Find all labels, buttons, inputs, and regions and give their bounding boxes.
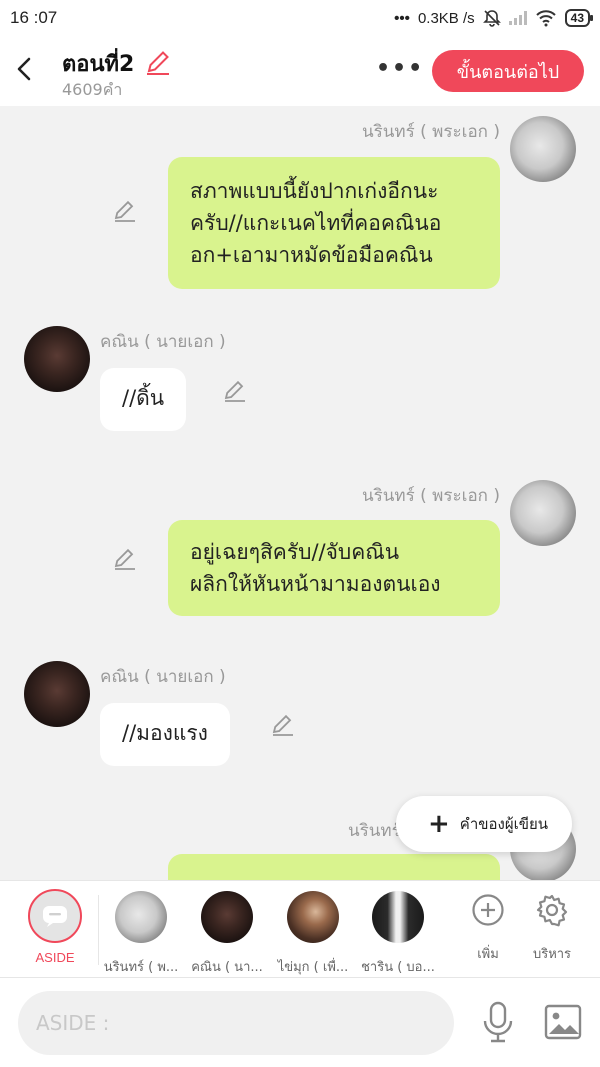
avatar-narin[interactable]	[510, 480, 576, 546]
add-circle-icon	[472, 894, 504, 926]
author-note-button[interactable]: + คำของผู้เขียน	[396, 796, 572, 852]
character-label: คณิน ( นา...	[191, 960, 263, 975]
speech-bubble-icon	[43, 906, 67, 927]
avatar-narin[interactable]	[510, 116, 576, 182]
episode-title: ตอนที่2	[62, 52, 135, 77]
speaker-name: นรินทร์ ( พระเอก )	[362, 486, 500, 506]
speaker-name: คณิน ( นายเอก )	[100, 332, 226, 352]
character-bar: ASIDE นรินทร์ ( พ... คณิน ( นา... ไข่มุก…	[0, 880, 600, 978]
speaker-name: คณิน ( นายเอก )	[100, 667, 226, 687]
net-speed: 0.3KB /s	[417, 9, 475, 27]
character-avatar	[201, 891, 253, 943]
image-icon[interactable]	[544, 1004, 582, 1040]
status-time: 16 :07	[10, 8, 58, 27]
battery-icon: 43	[564, 9, 594, 27]
message-input[interactable]	[18, 991, 454, 1055]
word-count: 4609คำ	[62, 80, 123, 99]
wifi-icon	[535, 10, 556, 27]
microphone-icon[interactable]	[480, 1000, 516, 1044]
author-note-label: คำของผู้เขียน	[459, 815, 549, 833]
character-avatar	[372, 891, 424, 943]
top-app-bar: ตอนที่2 4609คำ ••• ขั้นตอนต่อไป	[0, 36, 600, 106]
next-step-button[interactable]: ขั้นตอนต่อไป	[432, 50, 584, 92]
more-options-icon[interactable]: •••	[376, 58, 424, 80]
character-label: ชาริน ( บอ...	[361, 960, 435, 975]
character-khaimuk[interactable]: ไข่มุก ( เพื่...	[270, 891, 356, 977]
add-label: เพิ่ม	[477, 947, 499, 962]
aside-tab[interactable]: ASIDE	[22, 889, 88, 965]
edit-message-pencil-icon[interactable]	[112, 546, 138, 572]
character-narin[interactable]: นรินทร์ ( พ...	[98, 891, 184, 977]
message-bubble-left[interactable]: //มองแรง	[100, 703, 230, 766]
character-label: ไข่มุก ( เพื่...	[277, 960, 349, 975]
edit-message-pencil-icon[interactable]	[270, 712, 296, 738]
avatar-kanin[interactable]	[24, 661, 90, 727]
message-bubble-right[interactable]: อยู่เฉยๆสิครับ//จับคณิน ผลิกให้หันหน้ามา…	[168, 520, 500, 616]
edit-message-pencil-icon[interactable]	[222, 378, 248, 404]
aside-label: ASIDE	[35, 950, 75, 965]
manage-characters-button[interactable]: บริหาร	[522, 893, 582, 964]
avatar-kanin[interactable]	[24, 326, 90, 392]
aside-avatar	[28, 889, 82, 943]
mute-bell-icon	[482, 10, 501, 27]
speaker-name: นรินทร์	[348, 821, 401, 841]
character-kanin[interactable]: คณิน ( นา...	[184, 891, 270, 977]
back-arrow-icon[interactable]	[12, 52, 38, 86]
edit-title-pencil-icon[interactable]	[144, 48, 172, 76]
message-input-bar	[0, 978, 600, 1067]
edit-message-pencil-icon[interactable]	[112, 198, 138, 224]
character-avatar	[115, 891, 167, 943]
character-charin[interactable]: ชาริน ( บอ...	[355, 891, 441, 977]
more-dots-status-icon: •••	[394, 9, 410, 27]
message-bubble-left[interactable]: //ดิ้น	[100, 368, 187, 431]
character-label: นรินทร์ ( พ...	[103, 960, 179, 975]
message-bubble-right[interactable]	[168, 854, 500, 880]
signal-icon	[508, 11, 527, 25]
status-bar: 16 :07 ••• 0.3KB /s 43	[0, 0, 600, 36]
message-bubble-right[interactable]: สภาพแบบนี้ยังปากเก่งอีกนะครับ//แกะเนคไทท…	[168, 157, 500, 289]
speaker-name: นรินทร์ ( พระเอก )	[362, 122, 500, 142]
add-character-button[interactable]: เพิ่ม	[458, 893, 518, 964]
chat-area[interactable]: นรินทร์ ( พระเอก ) สภาพแบบนี้ยังปากเก่งอ…	[0, 106, 600, 880]
gear-icon	[536, 894, 568, 927]
plus-icon: +	[428, 809, 450, 839]
character-avatar	[287, 891, 339, 943]
manage-label: บริหาร	[532, 947, 572, 962]
